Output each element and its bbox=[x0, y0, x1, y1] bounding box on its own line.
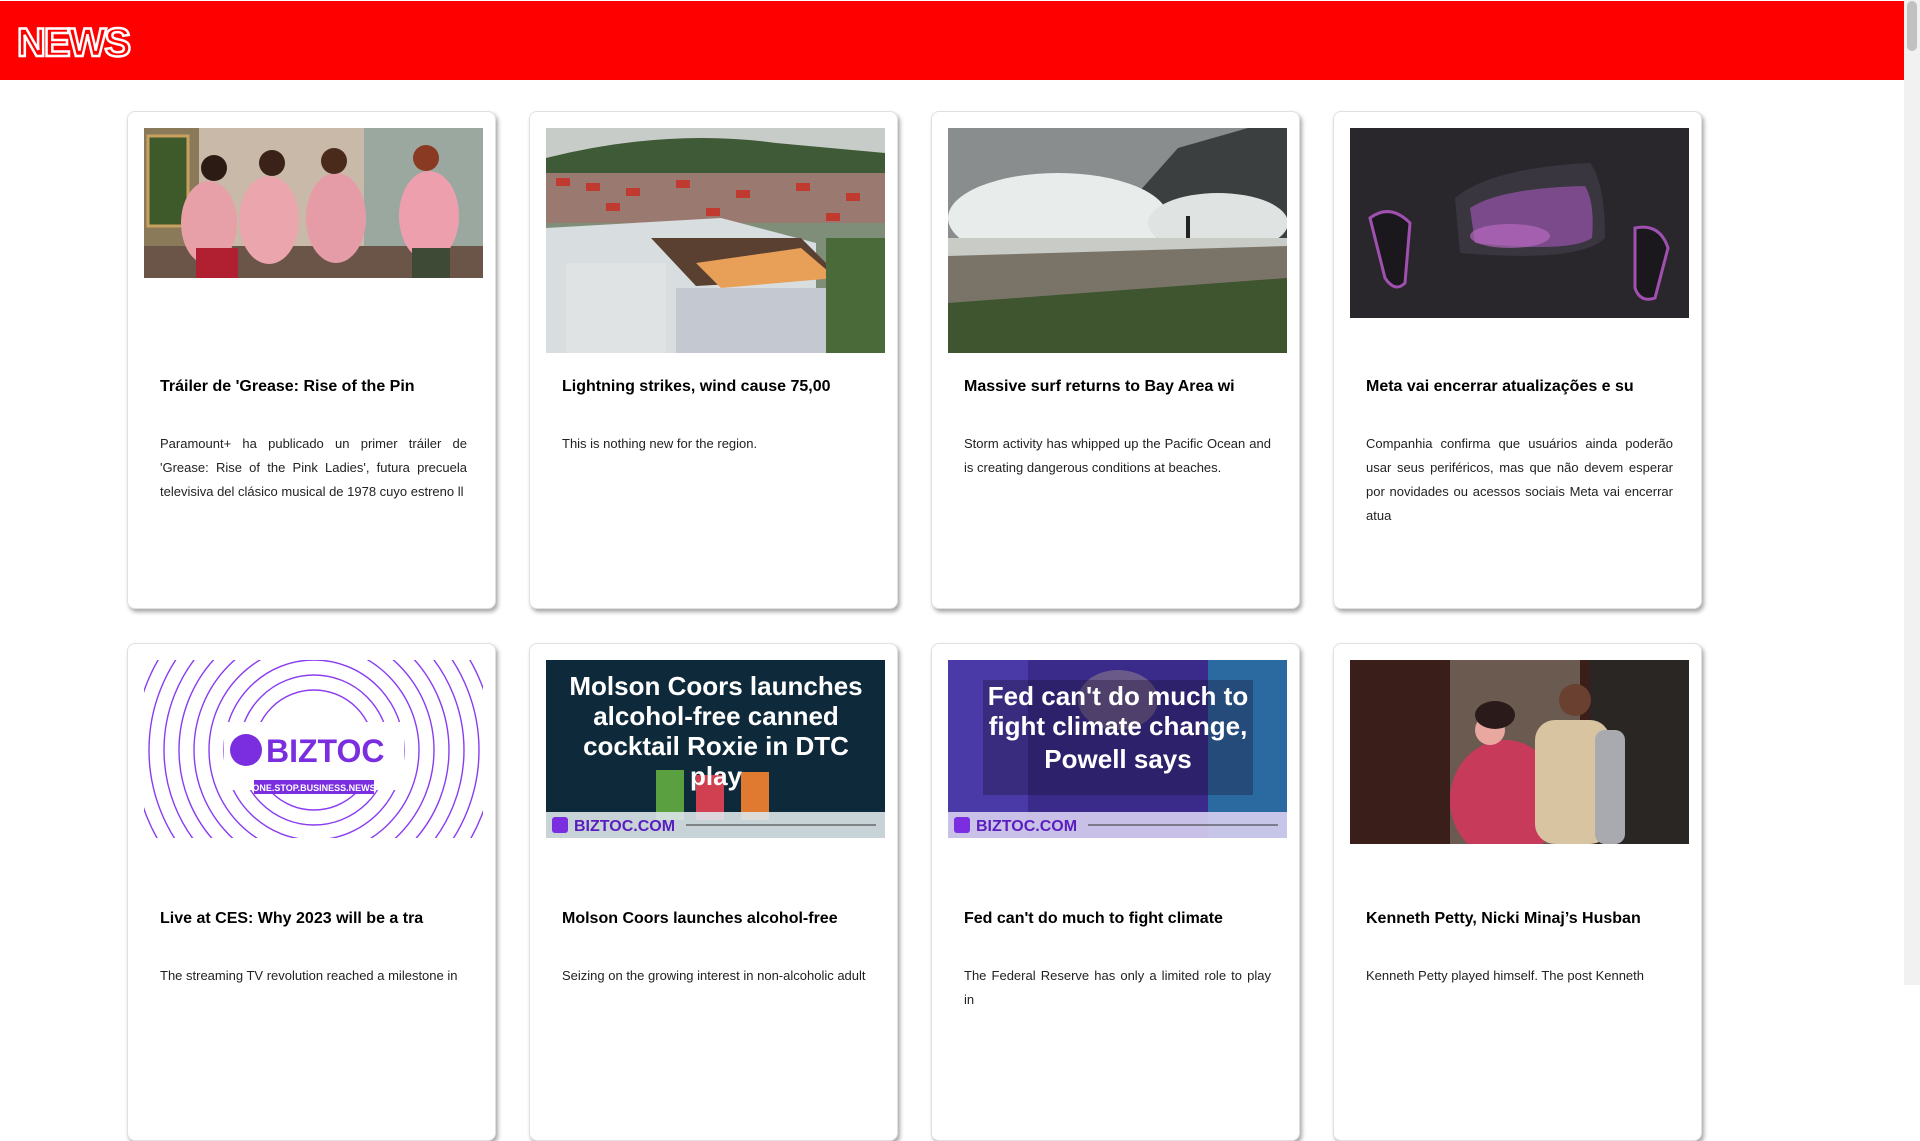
article-card[interactable]: Kenneth Petty, Nicki Minaj’s Husban Kenn… bbox=[1333, 643, 1702, 1141]
article-description: Companhia confirma que usuários ainda po… bbox=[1366, 436, 1673, 523]
biztoc-mark-icon bbox=[552, 817, 568, 833]
headline-line: play bbox=[690, 761, 743, 791]
article-image[interactable]: Fed can't do much to fight climate chang… bbox=[948, 660, 1287, 838]
article-description: This is nothing new for the region. bbox=[562, 436, 758, 451]
article-card[interactable]: Massive surf returns to Bay Area wi Stor… bbox=[931, 111, 1300, 609]
article-image[interactable] bbox=[546, 128, 885, 353]
article-description: Kenneth Petty played himself. The post K… bbox=[1366, 968, 1644, 983]
article-description: The streaming TV revolution reached a mi… bbox=[160, 968, 458, 983]
article-description: The Federal Reserve has only a limited r… bbox=[964, 968, 1271, 1007]
image-footer: BIZTOC.COM bbox=[976, 818, 1077, 835]
article-description: Seizing on the growing interest in non-a… bbox=[562, 968, 866, 983]
top-bar: NEWS bbox=[0, 1, 1904, 80]
headline-line: Molson Coors launches bbox=[569, 671, 862, 701]
article-card[interactable]: BIZTOC ONE.STOP.BUSINESS.NEWS Live at CE… bbox=[127, 643, 496, 1141]
news-logo[interactable]: NEWS bbox=[17, 22, 132, 62]
headline-line: Fed can't do much to bbox=[988, 681, 1248, 711]
article-image[interactable] bbox=[1350, 128, 1689, 318]
article-image[interactable] bbox=[144, 128, 483, 278]
scrollbar-thumb[interactable] bbox=[1907, 1, 1917, 51]
article-title[interactable]: Kenneth Petty, Nicki Minaj’s Husban bbox=[1366, 910, 1676, 928]
headline-line: fight climate change, bbox=[989, 711, 1248, 741]
article-card[interactable]: Lightning strikes, wind cause 75,00 This… bbox=[529, 111, 898, 609]
article-description: Storm activity has whipped up the Pacifi… bbox=[964, 436, 1271, 475]
headline-line: Powell says bbox=[1044, 744, 1191, 774]
article-card[interactable]: Molson Coors launches alcohol-free canne… bbox=[529, 643, 898, 1141]
article-description: Paramount+ ha publicado un primer tráile… bbox=[160, 436, 467, 499]
article-title[interactable]: Molson Coors launches alcohol-free bbox=[562, 910, 872, 928]
article-title[interactable]: Lightning strikes, wind cause 75,00 bbox=[562, 378, 872, 396]
article-image[interactable]: BIZTOC ONE.STOP.BUSINESS.NEWS bbox=[144, 660, 483, 838]
article-image[interactable] bbox=[1350, 660, 1689, 844]
logo-text: NEWS bbox=[17, 22, 130, 62]
article-image[interactable] bbox=[948, 128, 1287, 353]
headline-line: alcohol-free canned bbox=[593, 701, 839, 731]
article-card[interactable]: Tráiler de 'Grease: Rise of the Pin Para… bbox=[127, 111, 496, 609]
page-scrollbar[interactable] bbox=[1904, 0, 1920, 985]
image-footer: BIZTOC.COM bbox=[574, 818, 675, 835]
biztoc-mark-icon bbox=[954, 817, 970, 833]
biztoc-brand: BIZTOC bbox=[266, 733, 385, 769]
article-card[interactable]: Meta vai encerrar atualizações e su Comp… bbox=[1333, 111, 1702, 609]
biztoc-tagline: ONE.STOP.BUSINESS.NEWS bbox=[252, 783, 375, 793]
article-card[interactable]: Fed can't do much to fight climate chang… bbox=[931, 643, 1300, 1141]
article-title[interactable]: Live at CES: Why 2023 will be a tra bbox=[160, 910, 470, 928]
article-title[interactable]: Tráiler de 'Grease: Rise of the Pin bbox=[160, 378, 470, 396]
article-title[interactable]: Meta vai encerrar atualizações e su bbox=[1366, 378, 1676, 396]
article-title[interactable]: Massive surf returns to Bay Area wi bbox=[964, 378, 1274, 396]
biztoc-mark-icon bbox=[230, 734, 262, 766]
article-title[interactable]: Fed can't do much to fight climate bbox=[964, 910, 1274, 928]
headline-line: cocktail Roxie in DTC bbox=[583, 731, 849, 761]
article-image[interactable]: Molson Coors launches alcohol-free canne… bbox=[546, 660, 885, 838]
